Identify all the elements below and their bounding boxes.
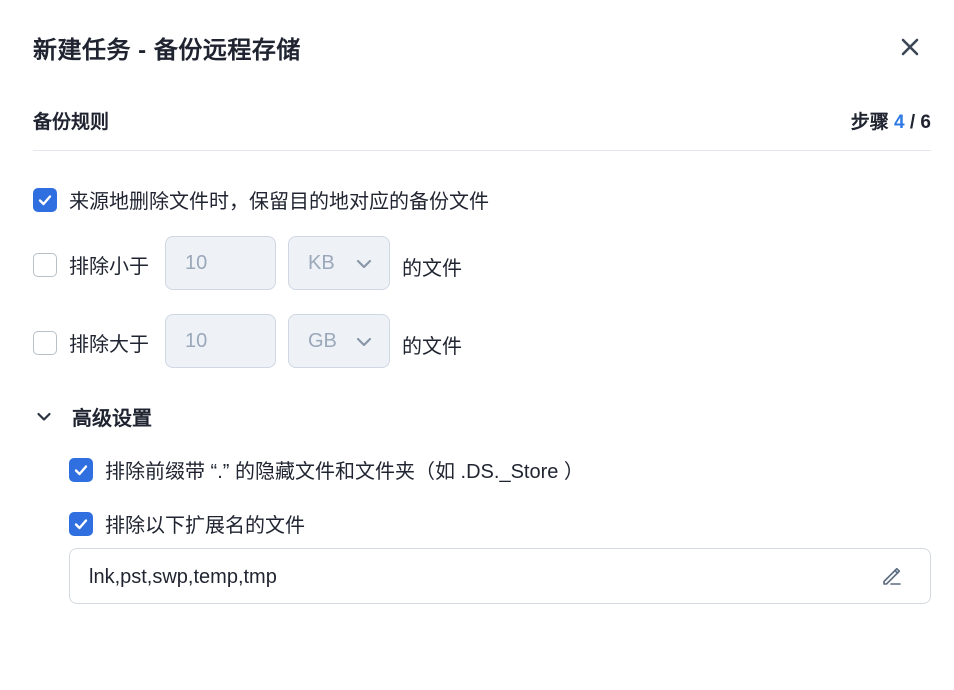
exclude-hidden-checkbox[interactable] (69, 457, 93, 482)
exclude-larger-checkbox[interactable] (33, 330, 57, 355)
exclude-extension-checkbox[interactable] (69, 511, 93, 536)
divider (33, 150, 931, 151)
section-title: 备份规则 (33, 112, 110, 133)
check-icon (74, 518, 88, 529)
exclude-smaller-size-input[interactable]: 10 (165, 236, 276, 290)
check-icon (74, 464, 88, 475)
exclude-smaller-label: 排除小于 (69, 256, 149, 278)
exclude-larger-unit-select[interactable]: GB (288, 314, 390, 368)
exclude-hidden-label: 排除前缀带 “.” 的隐藏文件和文件夹（如 .DS._Store ） (105, 461, 584, 483)
exclude-larger-label: 排除大于 (69, 334, 149, 356)
step-indicator: 步骤 4 / 6 (851, 107, 931, 134)
advanced-settings-toggle[interactable]: 高级设置 (36, 402, 152, 431)
chevron-down-icon (37, 412, 51, 421)
check-icon (38, 194, 52, 205)
exclude-extension-label: 排除以下扩展名的文件 (105, 515, 305, 537)
section-header: 备份规则 步骤 4 / 6 (33, 107, 931, 137)
close-icon (901, 38, 919, 56)
exclude-larger-suffix: 的文件 (402, 336, 462, 358)
edit-extensions-button[interactable] (880, 564, 904, 588)
step-separator: / (904, 112, 921, 133)
close-button[interactable] (896, 33, 924, 61)
exclude-larger-unit-value: GB (308, 329, 337, 352)
keep-deleted-checkbox[interactable] (33, 187, 57, 212)
exclude-smaller-option: 排除小于 (33, 250, 149, 279)
advanced-settings-title: 高级设置 (72, 408, 152, 430)
step-prefix: 步骤 (850, 112, 894, 133)
exclude-larger-size-value: 10 (185, 329, 208, 352)
keep-deleted-option: 来源地删除文件时，保留目的地对应的备份文件 (33, 185, 489, 214)
step-current: 4 (894, 112, 905, 133)
exclude-larger-option: 排除大于 (33, 328, 149, 357)
extension-list-field[interactable]: lnk,pst,swp,temp,tmp (69, 548, 931, 604)
pencil-icon (883, 567, 901, 585)
exclude-smaller-size-value: 10 (185, 251, 208, 274)
exclude-smaller-unit-value: KB (308, 251, 335, 274)
step-total: 6 (920, 112, 931, 133)
chevron-down-icon (356, 259, 372, 269)
exclude-smaller-checkbox[interactable] (33, 252, 57, 277)
extension-list-value: lnk,pst,swp,temp,tmp (89, 566, 277, 588)
exclude-smaller-suffix: 的文件 (402, 258, 462, 280)
exclude-smaller-unit-select[interactable]: KB (288, 236, 390, 290)
exclude-hidden-option: 排除前缀带 “.” 的隐藏文件和文件夹（如 .DS._Store ） (69, 455, 584, 484)
dialog-title: 新建任务 - 备份远程存储 (33, 37, 301, 64)
keep-deleted-label: 来源地删除文件时，保留目的地对应的备份文件 (69, 191, 489, 213)
exclude-larger-size-input[interactable]: 10 (165, 314, 276, 368)
chevron-down-icon (356, 337, 372, 347)
exclude-extension-option: 排除以下扩展名的文件 (69, 509, 305, 538)
